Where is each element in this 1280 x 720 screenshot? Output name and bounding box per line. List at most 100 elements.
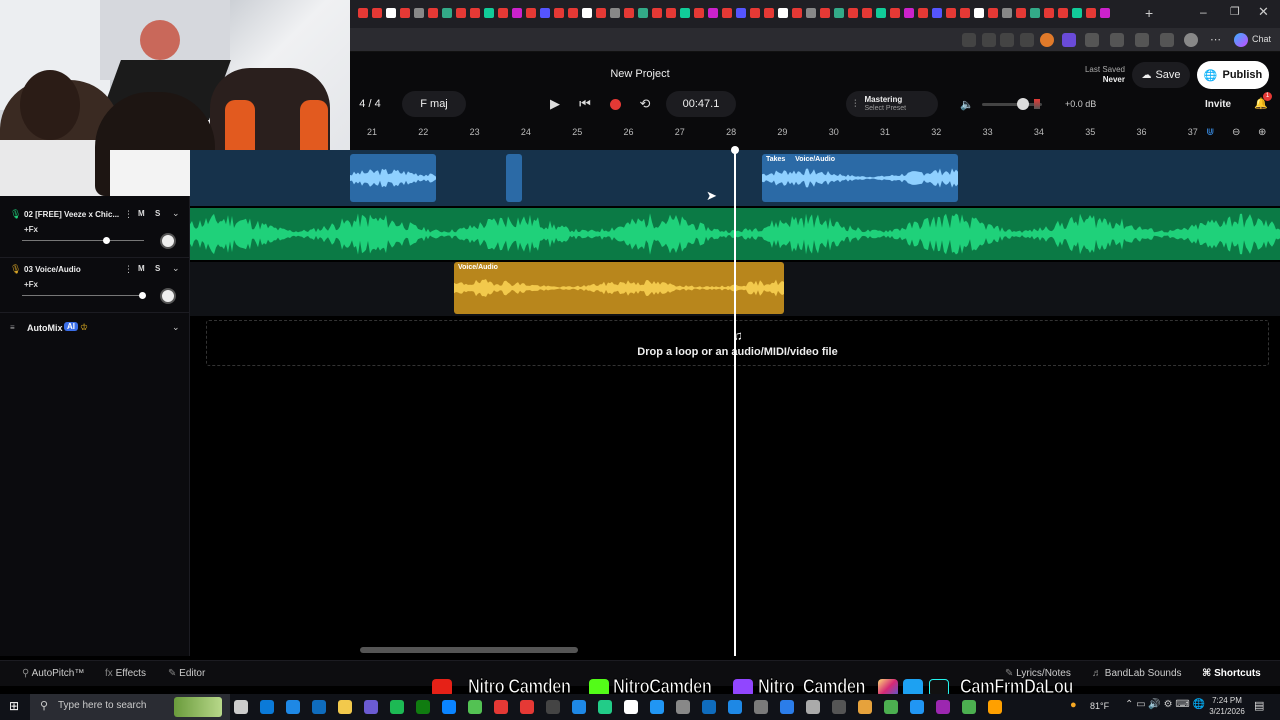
browser-tab[interactable] <box>834 8 844 18</box>
solo-button[interactable]: S <box>155 264 160 273</box>
taskbar-app-icon[interactable] <box>572 700 586 714</box>
autopitch-button[interactable]: ⚲ AutoPitch™ <box>22 668 84 679</box>
browser-tab[interactable] <box>890 8 900 18</box>
taskbar-app-icon[interactable] <box>780 700 794 714</box>
temperature[interactable]: 81°F <box>1090 701 1109 711</box>
taskbar-app-icon[interactable] <box>884 700 898 714</box>
solo-button[interactable]: S <box>155 209 160 218</box>
taskbar-app-icon[interactable] <box>416 700 430 714</box>
browser-tab[interactable] <box>1044 8 1054 18</box>
clock-date[interactable]: 3/21/2026 <box>1203 707 1251 716</box>
shortcuts-button[interactable]: ⌘ Shortcuts <box>1202 668 1261 679</box>
taskbar-app-icon[interactable] <box>624 700 638 714</box>
browser-tab[interactable] <box>1030 8 1040 18</box>
copilot-icon[interactable] <box>1234 33 1248 47</box>
taskbar-app-icon[interactable] <box>650 700 664 714</box>
browser-tab[interactable] <box>568 8 578 18</box>
taskbar-app-icon[interactable] <box>962 700 976 714</box>
browser-tab[interactable] <box>736 8 746 18</box>
chevron-down-icon[interactable]: ⌄ <box>172 322 180 333</box>
master-volume-slider[interactable] <box>982 103 1042 106</box>
taskbar-app-icon[interactable] <box>260 700 274 714</box>
track-name[interactable]: 03 Voice/Audio <box>24 265 81 274</box>
extension-icon[interactable] <box>1062 33 1076 47</box>
browser-tab[interactable] <box>974 8 984 18</box>
browser-tab[interactable] <box>372 8 382 18</box>
browser-tab[interactable] <box>876 8 886 18</box>
browser-tab[interactable] <box>1002 8 1012 18</box>
chevron-down-icon[interactable]: ⌄ <box>172 208 180 219</box>
mastering-button[interactable]: ⫶ Mastering Select Preset <box>846 91 938 117</box>
favorites-icon[interactable] <box>1135 33 1149 47</box>
taskbar-app-icon[interactable] <box>988 700 1002 714</box>
browser-tab[interactable] <box>680 8 690 18</box>
windows-start-icon[interactable]: ⊞ <box>9 699 19 713</box>
publish-button[interactable]: 🌐 Publish <box>1197 61 1269 89</box>
browser-tab[interactable] <box>498 8 508 18</box>
track-header[interactable]: 🎙 03 Voice/Audio ⋮ M S ⌄ +Fx <box>0 259 190 313</box>
drop-zone[interactable] <box>206 320 1269 366</box>
taskbar-app-icon[interactable] <box>494 700 508 714</box>
browser-tab[interactable] <box>694 8 704 18</box>
chevron-down-icon[interactable]: ⌄ <box>172 263 180 274</box>
volume-slider[interactable] <box>22 295 144 296</box>
close-window-button[interactable]: ✕ <box>1258 4 1269 20</box>
project-title[interactable]: New Project <box>350 68 930 80</box>
browser-tab[interactable] <box>1086 8 1096 18</box>
mute-button[interactable]: M <box>138 209 145 218</box>
browser-tab[interactable] <box>610 8 620 18</box>
skip-back-icon[interactable]: ⏮ <box>574 93 596 115</box>
system-tray-icons[interactable]: ⌃ ▭ 🔊 ⚙ ⌨ 🌐 <box>1125 699 1205 710</box>
browser-tab[interactable] <box>1058 8 1068 18</box>
browser-tab[interactable] <box>442 8 452 18</box>
browser-tab[interactable] <box>862 8 872 18</box>
pan-knob[interactable] <box>160 233 176 249</box>
more-menu-icon[interactable]: ⋯ <box>1210 33 1221 46</box>
browser-tab[interactable] <box>596 8 606 18</box>
playhead[interactable] <box>734 150 736 656</box>
add-fx-button[interactable]: +Fx <box>24 280 38 289</box>
browser-tab[interactable] <box>428 8 438 18</box>
play-icon[interactable]: ▶ <box>544 93 566 115</box>
chat-label[interactable]: Chat <box>1252 34 1271 44</box>
timeline-ruler[interactable]: 21 22 23 24 25 26 27 28 29 30 31 32 33 34 35 36 37 ⋓ ⊖ ⊕ <box>350 124 1280 150</box>
taskbar-app-icon[interactable] <box>546 700 560 714</box>
audio-clip[interactable] <box>350 154 436 202</box>
taskbar-app-icon[interactable] <box>936 700 950 714</box>
pan-knob[interactable] <box>160 288 176 304</box>
minimize-button[interactable]: – <box>1200 5 1207 19</box>
browser-tab[interactable] <box>400 8 410 18</box>
track-header[interactable]: 🎙 02 [FREE] Veeze x Chic... ⋮ M S ⌄ +Fx <box>0 204 190 258</box>
horizontal-scrollbar[interactable] <box>360 647 578 653</box>
browser-tab[interactable] <box>764 8 774 18</box>
volume-handle[interactable] <box>103 237 110 244</box>
takes-clip[interactable]: Takes Voice/Audio <box>762 154 958 202</box>
maximize-button[interactable]: ❐ <box>1230 5 1240 18</box>
browser-tab[interactable] <box>1100 8 1110 18</box>
track-menu-icon[interactable]: ⋮ <box>124 209 133 220</box>
browser-tab[interactable] <box>904 8 914 18</box>
browser-tab[interactable] <box>960 8 970 18</box>
browser-tab[interactable] <box>414 8 424 18</box>
magnet-icon[interactable]: ⋓ <box>1206 127 1214 138</box>
track-name[interactable]: 02 [FREE] Veeze x Chic... <box>24 210 119 219</box>
notifications-icon[interactable]: ▤ <box>1254 699 1264 712</box>
volume-slider[interactable] <box>22 240 144 241</box>
browser-tab[interactable] <box>778 8 788 18</box>
browser-tab[interactable] <box>512 8 522 18</box>
extension-icon[interactable] <box>1085 33 1099 47</box>
invite-button[interactable]: Invite <box>1205 99 1231 110</box>
browser-tab[interactable] <box>582 8 592 18</box>
browser-tab[interactable] <box>806 8 816 18</box>
browser-tab[interactable] <box>484 8 494 18</box>
browser-tab[interactable] <box>792 8 802 18</box>
record-icon[interactable] <box>604 93 626 115</box>
taskbar-app-icon[interactable] <box>234 700 248 714</box>
browser-tab[interactable] <box>750 8 760 18</box>
browser-tab[interactable] <box>666 8 676 18</box>
extension-icon[interactable] <box>1110 33 1124 47</box>
browser-tab[interactable] <box>932 8 942 18</box>
zoom-out-icon[interactable]: ⊖ <box>1232 127 1240 138</box>
effects-button[interactable]: fx Effects <box>105 668 146 679</box>
taskbar-app-icon[interactable] <box>312 700 326 714</box>
